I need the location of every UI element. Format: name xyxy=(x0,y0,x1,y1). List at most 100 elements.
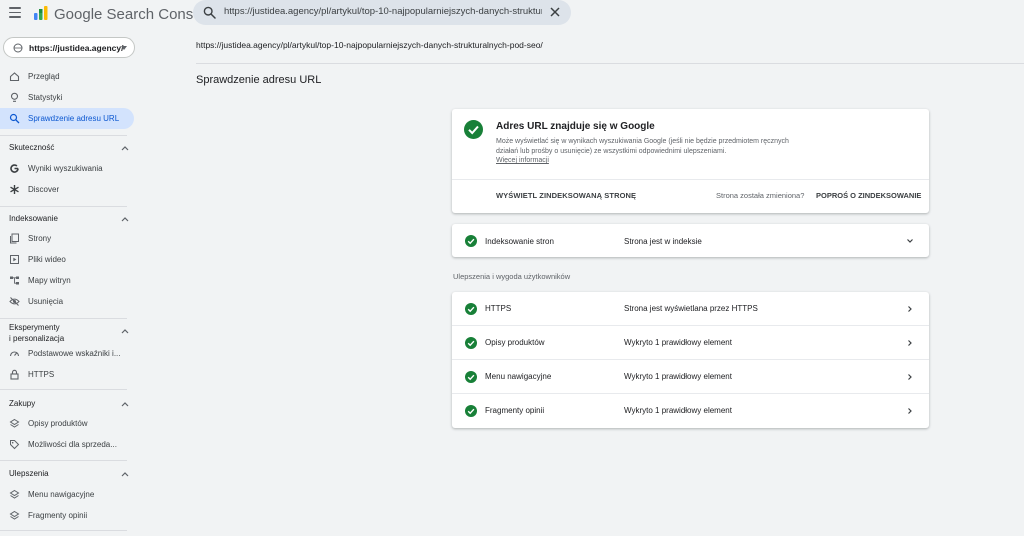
search-input[interactable]: https://justidea.agency/pl/artykul/top-1… xyxy=(224,6,542,17)
nav-label: HTTPS xyxy=(28,370,55,379)
eye-off-icon xyxy=(9,297,20,306)
property-selector[interactable]: https://justidea.agency/ xyxy=(3,37,135,58)
enhancement-row-review-snippets[interactable]: Fragmenty opinii Wykryto 1 prawidłowy el… xyxy=(452,394,929,428)
index-status-card: Adres URL znajduje się w Google Może wyś… xyxy=(452,109,929,213)
nav-pages[interactable]: Strony xyxy=(0,228,134,249)
pages-icon xyxy=(10,233,19,244)
top-bar: Google Search Console https://justidea.a… xyxy=(0,0,1024,28)
nav-search-results[interactable]: Wyniki wyszukiwania xyxy=(0,158,134,179)
sidebar: https://justidea.agency/ Przegląd Statys… xyxy=(0,28,140,536)
chevron-down-icon[interactable] xyxy=(906,237,914,245)
nav-label: Podstawowe wskaźniki i... xyxy=(28,349,121,358)
section-title: Skuteczność xyxy=(9,143,55,152)
check-circle-icon xyxy=(465,235,477,247)
section-title: Zakupy xyxy=(9,399,36,408)
nav-https[interactable]: HTTPS xyxy=(0,364,134,385)
row-name: Fragmenty opinii xyxy=(485,406,545,415)
main-divider xyxy=(196,63,1024,64)
gauge-icon xyxy=(9,351,20,357)
nav-core-web-vitals[interactable]: Podstawowe wskaźniki i... xyxy=(0,343,134,364)
row-name: Opisy produktów xyxy=(485,338,545,347)
section-title-line1: Eksperymenty xyxy=(9,323,60,332)
nav-discover[interactable]: Discover xyxy=(0,179,134,200)
layers-icon xyxy=(9,418,20,428)
chevron-right-icon[interactable] xyxy=(906,339,914,347)
asterisk-icon xyxy=(10,185,19,194)
layers-icon xyxy=(9,510,20,520)
chevron-up-icon xyxy=(121,217,129,222)
nav-removals[interactable]: Usunięcia xyxy=(0,291,134,312)
globe-icon xyxy=(13,43,23,53)
sidebar-divider xyxy=(0,206,127,207)
nav-overview[interactable]: Przegląd xyxy=(0,66,134,87)
nav-label: Strony xyxy=(28,234,52,243)
lock-icon xyxy=(10,369,19,380)
nav-product-snippets[interactable]: Opisy produktów xyxy=(0,413,134,434)
nav-videos[interactable]: Pliki wideo xyxy=(0,249,134,270)
enhancement-row-https[interactable]: HTTPS Strona jest wyświetlana przez HTTP… xyxy=(452,292,929,326)
nav-label: Możliwości dla sprzeda... xyxy=(28,440,117,449)
page-changed-question: Strona została zmieniona? xyxy=(716,191,805,200)
search-icon xyxy=(203,6,216,19)
page-indexing-row[interactable]: Indeksowanie stron Strona jest w indeksi… xyxy=(452,224,929,257)
nav-label: Mapy witryn xyxy=(28,276,71,285)
row-value: Strona jest wyświetlana przez HTTPS xyxy=(624,304,758,313)
nav-sitemaps[interactable]: Mapy witryn xyxy=(0,270,134,291)
page-title: Sprawdzenie adresu URL xyxy=(196,74,322,86)
check-circle-icon xyxy=(464,120,483,139)
section-title: Ulepszenia xyxy=(9,469,49,478)
app-title[interactable]: Google Search Console xyxy=(54,6,213,23)
dropdown-caret-icon xyxy=(121,46,127,50)
check-circle-icon xyxy=(465,337,477,349)
check-circle-icon xyxy=(465,371,477,383)
nav-merchant-opportunities[interactable]: Możliwości dla sprzeda... xyxy=(0,434,134,455)
chevron-up-icon xyxy=(121,146,129,151)
learn-more-link[interactable]: Więcej informacji xyxy=(496,157,549,164)
close-icon[interactable] xyxy=(548,5,562,19)
request-indexing-button[interactable]: POPROŚ O ZINDEKSOWANIE xyxy=(816,191,921,200)
chevron-right-icon[interactable] xyxy=(906,407,914,415)
nav-statistics[interactable]: Statystyki xyxy=(0,87,134,108)
tag-icon xyxy=(10,440,20,450)
menu-icon[interactable] xyxy=(9,7,21,19)
google-g-icon xyxy=(10,164,19,173)
row-name: HTTPS xyxy=(485,304,512,313)
status-title: Adres URL znajduje się w Google xyxy=(496,121,655,132)
row-name: Indeksowanie stron xyxy=(485,237,554,246)
sidebar-divider xyxy=(0,460,127,461)
nav-label: Fragmenty opinii xyxy=(28,511,88,520)
enhancements-card: HTTPS Strona jest wyświetlana przez HTTP… xyxy=(452,292,929,428)
search-icon xyxy=(9,113,20,124)
nav-url-inspection[interactable]: Sprawdzenie adresu URL xyxy=(0,108,134,129)
nav-label: Pliki wideo xyxy=(28,255,66,264)
nav-label: Sprawdzenie adresu URL xyxy=(28,114,120,123)
chevron-right-icon[interactable] xyxy=(906,305,914,313)
nav-label: Menu nawigacyjne xyxy=(28,490,95,499)
enhancement-row-product-snippets[interactable]: Opisy produktów Wykryto 1 prawidłowy ele… xyxy=(452,326,929,360)
lightbulb-icon xyxy=(10,92,19,102)
url-inspect-search-bar[interactable]: https://justidea.agency/pl/artykul/top-1… xyxy=(193,0,571,25)
enhancements-header: Ulepszenia i wygoda użytkowników xyxy=(453,272,571,281)
card-divider xyxy=(452,179,929,180)
row-value: Strona jest w indeksie xyxy=(624,237,702,246)
home-icon xyxy=(9,72,20,82)
sidebar-divider xyxy=(0,389,127,390)
check-circle-icon xyxy=(465,405,477,417)
sidebar-divider xyxy=(0,530,127,531)
chevron-up-icon xyxy=(121,472,129,477)
section-title: Indeksowanie xyxy=(9,214,58,223)
nav-label: Wyniki wyszukiwania xyxy=(28,164,103,173)
chevron-right-icon[interactable] xyxy=(906,373,914,381)
nav-review-snippets[interactable]: Fragmenty opinii xyxy=(0,505,134,526)
row-value: Wykryto 1 prawidłowy element xyxy=(624,338,732,347)
enhancement-row-breadcrumbs[interactable]: Menu nawigacyjne Wykryto 1 prawidłowy el… xyxy=(452,360,929,394)
row-value: Wykryto 1 prawidłowy element xyxy=(624,372,732,381)
property-name: https://justidea.agency/ xyxy=(29,43,124,53)
nav-label: Usunięcia xyxy=(28,297,64,306)
nav-label: Statystyki xyxy=(28,93,63,102)
nav-breadcrumbs[interactable]: Menu nawigacyjne xyxy=(0,484,134,505)
view-indexed-page-button[interactable]: WYŚWIETL ZINDEKSOWANĄ STRONĘ xyxy=(496,191,636,200)
check-circle-icon xyxy=(465,303,477,315)
chevron-up-icon xyxy=(121,329,129,334)
search-console-logo-icon[interactable] xyxy=(33,5,49,21)
